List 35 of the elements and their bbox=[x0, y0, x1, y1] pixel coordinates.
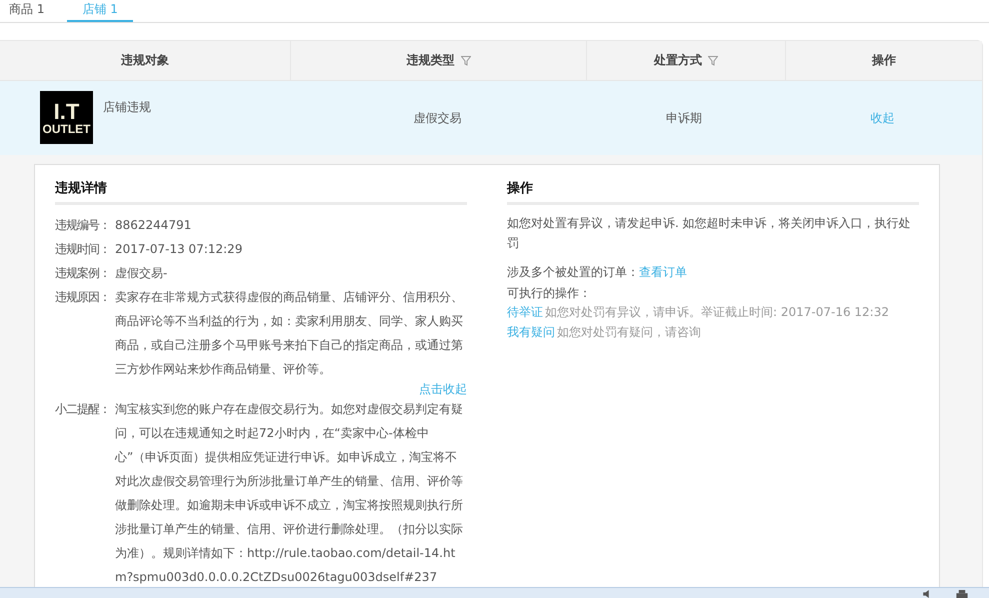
view-orders-link[interactable]: 查看订单 bbox=[639, 265, 687, 279]
notice-text: 如您对处置有异议，请发起申诉. 如您超时未申诉，将关闭申诉入口，执行处罚 bbox=[507, 215, 912, 252]
store-logo: I.T OUTLET bbox=[40, 91, 93, 144]
action-description: 如您对处罚有异议，请申诉。举证截止时间: 2017-07-16 12:32 bbox=[545, 305, 889, 319]
action-link[interactable]: 待举证 bbox=[507, 305, 543, 319]
table-cell: 申诉期 bbox=[666, 110, 702, 126]
filter-icon[interactable] bbox=[708, 56, 718, 66]
column-header: 违规对象 bbox=[0, 41, 291, 80]
collapse-link[interactable]: 收起 bbox=[870, 110, 894, 126]
action-description: 如您对处罚有疑问，请咨询 bbox=[557, 325, 701, 339]
field-label: 违规案例： bbox=[55, 265, 111, 282]
table-cell: 虚假交易 bbox=[414, 110, 462, 126]
orders-label: 涉及多个被处置的订单： bbox=[507, 265, 639, 279]
actions-label: 可执行的操作： bbox=[507, 285, 592, 302]
collapse-link[interactable]: 点击收起 bbox=[419, 382, 467, 396]
column-header: 处置方式 bbox=[587, 41, 786, 80]
section-title: 违规详情 bbox=[55, 179, 467, 205]
field-value: 虚假交易- bbox=[115, 265, 168, 282]
field-value: 淘宝核实到您的账户存在虚假交易行为。如您对虚假交易判定有疑问，可以在违规通知之时起72小时内，在“卖家中心-体检中心”（申诉页面）提供相应凭证进行申诉。如申诉成立，淘宝将不对此次虚假交易管理行为所涉批量订单产生的销量、信用、评价等做删除处理。如逾期未申诉或申诉不成立，淘宝将按照规则执行所涉批量订单产生的销量、信用、评价进行删除处理。（扣分以实际为准）。规则详情如下：http://rule.taobao.com/detail-14.htm?spmu003d0.0.0.0.2CtZDsu0026tagu003dself#237 bbox=[115, 401, 464, 586]
field-label: 违规时间： bbox=[55, 241, 111, 258]
section-title: 操作 bbox=[507, 179, 919, 205]
action-link[interactable]: 我有疑问 bbox=[507, 325, 555, 339]
tab[interactable]: 商品 1 bbox=[0, 0, 54, 22]
field-value: 2017-07-13 07:12:29 bbox=[115, 241, 244, 258]
field-label: 违规原因： bbox=[55, 289, 111, 306]
field-value: 8862244791 bbox=[115, 217, 192, 234]
tab[interactable]: 店铺 1 bbox=[67, 0, 133, 22]
field-value: 卖家存在非常规方式获得虚假的商品销量、店铺评分、信用积分、商品评论等不当利益的行为，如：卖家利用朋友、同学、家人购买商品，或自己注册多个马甲账号来拍下自己的指定商品，或通过第三方炒作网站来炒作商品销量、评价等。 bbox=[115, 289, 464, 378]
filter-icon[interactable] bbox=[460, 56, 470, 66]
field-label: 违规编号： bbox=[55, 217, 111, 234]
field-label: 小二提醒： bbox=[55, 401, 111, 418]
table-cell: 店铺违规 bbox=[103, 99, 151, 116]
printer-icon[interactable] bbox=[955, 590, 969, 598]
column-header: 违规类型 bbox=[291, 41, 587, 80]
column-header: 操作 bbox=[870, 52, 897, 69]
